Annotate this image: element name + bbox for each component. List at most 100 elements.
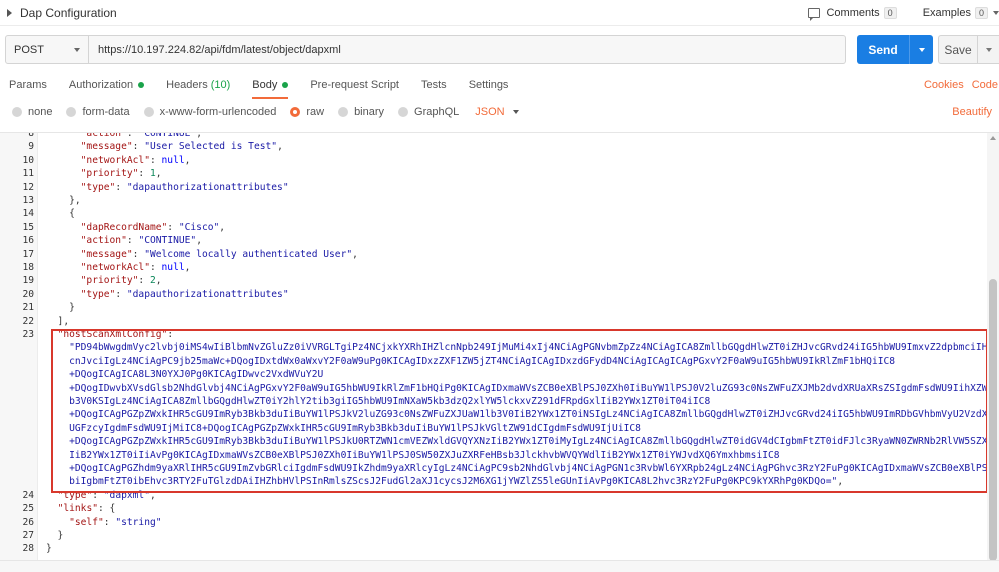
cookies-link[interactable]: Cookies (924, 79, 964, 91)
line-number: 25 (22, 503, 34, 515)
status-dot-icon (138, 82, 145, 88)
radio-binary[interactable]: binary (338, 106, 384, 118)
comments-button[interactable]: Comments 0 (808, 7, 897, 21)
code-text: "networkAcl": null, (80, 262, 191, 273)
code-text: "networkAcl": null, (80, 154, 191, 166)
radio-circle-icon (398, 107, 409, 117)
code-line[interactable]: 28} (0, 542, 985, 555)
body-editor[interactable]: 8 "action": "CONTINUE", 9 "message": "Use… (0, 132, 999, 560)
tab-params[interactable]: Params (9, 72, 47, 98)
save-button[interactable]: Save (938, 35, 999, 64)
radio-raw[interactable]: raw (290, 106, 324, 118)
tab-body[interactable]: Body (252, 72, 289, 99)
code-line[interactable]: 11 "priority": 1, (0, 167, 985, 180)
code-line[interactable]: 18 "networkAcl": null, (0, 261, 985, 274)
code-line[interactable]: 22 ], (0, 315, 985, 328)
status-dot-icon (282, 82, 289, 88)
line-number: 15 (22, 221, 34, 233)
chevron-down-icon (74, 47, 80, 52)
radio-graphql[interactable]: GraphQL (398, 106, 459, 118)
code-text: ], (46, 315, 70, 327)
tab-links: Cookies Code (924, 72, 999, 98)
tab-pre-request-script[interactable]: Pre-request Script (310, 72, 399, 98)
code-line[interactable]: 9 "message": "User Selected is Test", (0, 140, 985, 153)
chevron-down-icon (918, 47, 925, 52)
tab-authorization[interactable]: Authorization (69, 72, 145, 98)
radio-selected-icon (290, 107, 301, 117)
code-line[interactable]: 25 "links": { (0, 502, 985, 515)
code-link[interactable]: Code (972, 79, 998, 91)
code-text: "type": "dapauthorizationattributes" (80, 288, 289, 300)
comments-icon (808, 8, 821, 21)
tab-headers[interactable]: Headers (10) (166, 72, 230, 98)
request-title[interactable]: Dap Configuration (20, 6, 117, 20)
code-text: }, (46, 195, 81, 206)
code-line[interactable]: 20 "type": "dapauthorizationattributes" (0, 288, 985, 301)
code-text: "action": "CONTINUE", (80, 132, 202, 139)
line-number: 18 (22, 262, 34, 273)
code-line[interactable]: 12 "type": "dapauthorizationattributes" (0, 181, 985, 194)
headers-count: (10) (210, 79, 231, 91)
scroll-up-icon[interactable] (990, 136, 996, 140)
comments-count-badge: 0 (883, 7, 897, 19)
radio-x-www-form-urlencoded[interactable]: x-www-form-urlencoded (143, 106, 276, 118)
examples-dropdown[interactable]: Examples 0 (923, 7, 999, 19)
request-bar: POST https://10.197.224.82/api/fdm/lates… (5, 35, 846, 64)
method-select[interactable]: POST (5, 35, 89, 64)
save-options-button[interactable] (978, 47, 999, 52)
code-line[interactable]: 17 "message": "Welcome locally authentic… (0, 248, 985, 261)
code-line[interactable]: 13 }, (0, 194, 985, 207)
code-line[interactable]: 10 "networkAcl": null, (0, 154, 985, 167)
line-number: 14 (22, 208, 34, 220)
chevron-down-icon (985, 47, 992, 52)
format-select[interactable]: JSON (475, 106, 519, 118)
code-text: "action": "CONTINUE", (80, 235, 202, 247)
line-number: 17 (22, 248, 34, 260)
line-number: 16 (22, 235, 34, 247)
line-number: 13 (22, 195, 34, 206)
code-line[interactable]: 21 } (0, 301, 985, 314)
code-text: "type": "dapauthorizationattributes" (80, 181, 289, 193)
line-number: 26 (22, 516, 34, 528)
code-line[interactable]: 19 "priority": 2, (0, 274, 985, 287)
code-text: "dapRecordName": "Cisco", (80, 221, 226, 233)
send-button[interactable]: Send (857, 35, 933, 64)
code-line[interactable]: 16 "action": "CONTINUE", (0, 234, 985, 247)
collapse-caret-icon[interactable] (7, 8, 12, 17)
tab-settings[interactable]: Settings (469, 72, 509, 98)
line-number: 23 (22, 329, 34, 340)
code-line[interactable]: 27 } (0, 529, 985, 542)
highlight-box (51, 329, 988, 493)
send-label: Send (868, 42, 898, 57)
request-title-bar: Dap Configuration Comments 0 Examples 0 (0, 0, 999, 26)
save-label: Save (944, 42, 972, 57)
code-line[interactable]: 15 "dapRecordName": "Cisco", (0, 221, 985, 234)
editor-scrollbar[interactable] (987, 133, 999, 560)
line-number: 19 (22, 275, 34, 287)
line-number: 20 (22, 288, 34, 300)
code-line[interactable]: 14 { (0, 207, 985, 220)
code-line[interactable]: 26 "self": "string" (0, 516, 985, 529)
line-number: 22 (22, 315, 34, 327)
examples-label: Examples (922, 7, 971, 19)
code-line[interactable]: 8 "action": "CONTINUE", (0, 132, 985, 140)
send-options-button[interactable] (910, 47, 933, 52)
line-number: 21 (22, 302, 34, 314)
tab-tests[interactable]: Tests (421, 72, 447, 98)
line-number: 24 (22, 489, 34, 501)
code-text: "self": "string" (69, 516, 162, 528)
line-number: 28 (22, 543, 34, 555)
radio-form-data[interactable]: form-data (66, 106, 130, 118)
radio-circle-icon (66, 107, 77, 117)
beautify-link[interactable]: Beautify (952, 102, 992, 122)
code-text: "message": "Welcome locally authenticate… (80, 248, 358, 260)
line-number: 12 (22, 181, 34, 193)
radio-none[interactable]: none (12, 106, 52, 118)
scrollbar-thumb[interactable] (989, 279, 997, 560)
code-text: "priority": 2, (80, 275, 162, 287)
radio-circle-icon (12, 107, 22, 117)
request-tabs: Params Authorization Headers (10) Body P… (0, 72, 999, 99)
line-number: 8 (28, 132, 34, 139)
chevron-down-icon (993, 11, 999, 15)
url-input[interactable]: https://10.197.224.82/api/fdm/latest/obj… (89, 35, 846, 64)
